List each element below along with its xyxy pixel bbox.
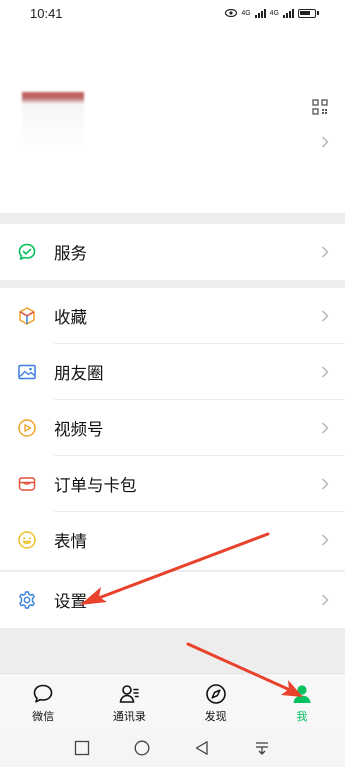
home-circle-icon[interactable]: [133, 739, 151, 757]
tab-me[interactable]: 我: [259, 674, 345, 729]
qr-code-icon[interactable]: [312, 99, 328, 115]
menu-item-channels[interactable]: 视频号: [0, 400, 345, 456]
menu-item-label: 收藏: [54, 308, 87, 327]
contacts-icon: [120, 685, 140, 703]
orders-card-icon: [18, 477, 36, 491]
sticker-smiley-icon: [18, 531, 36, 549]
chevron-right-icon: [321, 594, 329, 606]
menu-item-label: 设置: [54, 592, 87, 611]
chevron-right-icon: [321, 136, 329, 148]
status-bar: 10:41 4G 4G: [0, 0, 345, 26]
chevron-right-icon: [321, 246, 329, 258]
signal-label-2: 4G: [269, 9, 279, 17]
chevron-right-icon: [321, 422, 329, 434]
menu-group-services: 服务: [0, 224, 345, 280]
chevron-right-icon: [321, 366, 329, 378]
signal-bars-icon: [283, 8, 294, 18]
battery-icon: [298, 8, 316, 18]
menu-item-orders-cards[interactable]: 订单与卡包: [0, 456, 345, 512]
tab-contacts[interactable]: 通讯录: [86, 674, 172, 729]
eye-icon: [225, 9, 238, 17]
system-nav-bar: [0, 729, 345, 767]
profile-header[interactable]: [0, 26, 345, 213]
channels-play-icon: [18, 419, 36, 437]
tab-label: 发现: [204, 710, 227, 723]
chat-bubble-icon: [33, 684, 53, 703]
menu-item-moments[interactable]: 朋友圈: [0, 344, 345, 400]
menu-item-label: 朋友圈: [54, 364, 104, 383]
redacted-profile-area: [22, 92, 84, 152]
tab-chats[interactable]: 微信: [0, 674, 86, 729]
recent-apps-square-icon[interactable]: [73, 739, 91, 757]
bottom-tab-bar: 微信 通讯录 发现 我: [0, 673, 345, 729]
signal-label-1: 4G: [241, 9, 251, 17]
menu-group-main: 收藏 朋友圈 视频号 订单与卡包 表情: [0, 288, 345, 570]
moments-image-icon: [18, 364, 36, 380]
menu-item-label: 表情: [54, 532, 87, 551]
tab-label: 微信: [32, 710, 55, 723]
settings-gear-icon: [19, 591, 35, 609]
back-triangle-icon[interactable]: [193, 739, 211, 757]
menu-group-settings: 设置: [0, 572, 345, 628]
chevron-right-icon: [321, 310, 329, 322]
tab-label: 我: [296, 710, 308, 723]
favorites-cube-icon: [19, 307, 35, 325]
chevron-right-icon: [321, 478, 329, 490]
menu-item-label: 视频号: [54, 420, 104, 439]
tab-label: 通讯录: [112, 710, 146, 723]
menu-item-label: 服务: [54, 244, 87, 263]
tab-discover[interactable]: 发现: [173, 674, 259, 729]
service-icon: [18, 243, 36, 260]
battery-tip: [317, 11, 319, 15]
menu-item-stickers[interactable]: 表情: [0, 512, 345, 568]
menu-item-services[interactable]: 服务: [0, 224, 345, 280]
status-icons: 4G 4G: [225, 8, 319, 18]
signal-bars-icon: [254, 8, 266, 18]
discover-compass-icon: [205, 684, 226, 704]
me-person-icon: [293, 685, 311, 703]
status-time: 10:41: [30, 5, 63, 21]
chevron-right-icon: [321, 534, 329, 546]
menu-item-label: 订单与卡包: [54, 476, 137, 495]
menu-item-settings[interactable]: 设置: [0, 572, 345, 628]
menu-item-favorites[interactable]: 收藏: [0, 288, 345, 344]
notification-pulldown-icon[interactable]: [253, 739, 271, 757]
